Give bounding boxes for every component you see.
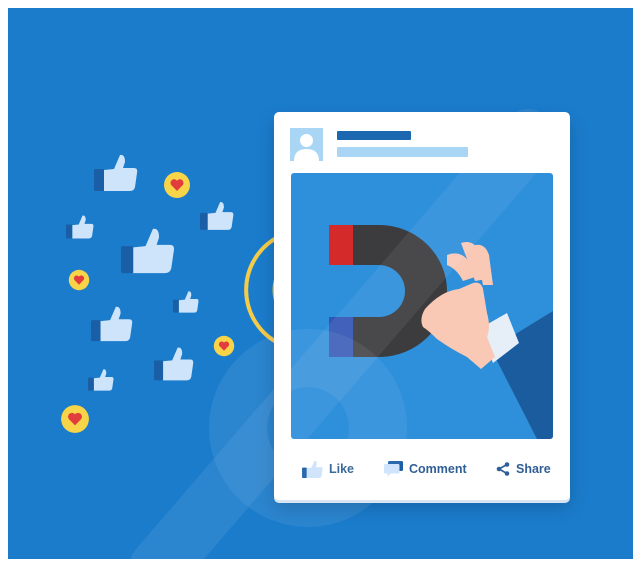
- floating-thumbs-up-icon: [200, 202, 234, 230]
- heart-badge-icon: [61, 405, 89, 433]
- floating-thumbs-up-icon: [154, 347, 194, 381]
- heart-badge-icon: [164, 172, 190, 198]
- post-meta-placeholder: [337, 147, 468, 157]
- floating-thumbs-up-icon: [66, 215, 94, 239]
- share-label: Share: [516, 462, 551, 476]
- magnet-red-pole: [329, 225, 353, 265]
- heart-badge-icon: [68, 269, 90, 291]
- floating-thumbs-up-icon: [88, 369, 114, 391]
- floating-thumbs-up-icon: [94, 154, 138, 191]
- like-button[interactable]: Like: [302, 452, 354, 486]
- share-button[interactable]: Share: [496, 452, 551, 486]
- share-nodes-icon: [496, 462, 510, 476]
- comment-button[interactable]: Comment: [384, 452, 467, 486]
- post-image: [291, 173, 553, 439]
- magnet-blue-pole: [329, 317, 353, 357]
- author-name-placeholder: [337, 131, 411, 140]
- like-label: Like: [329, 462, 355, 476]
- post-action-bar: Like Comment Share: [274, 452, 570, 486]
- user-avatar-icon: [290, 128, 323, 161]
- social-post-card: Like Comment Share: [274, 112, 570, 500]
- floating-thumbs-up-icon: [173, 291, 199, 313]
- comment-label: Comment: [409, 462, 467, 476]
- thumbs-up-icon: [302, 460, 323, 478]
- speech-bubble-icon: [384, 461, 403, 477]
- illustration: Like Comment Share: [8, 8, 633, 559]
- magnet-illustration: [291, 173, 553, 439]
- floating-thumbs-up-icon: [91, 306, 133, 342]
- floating-thumbs-up-icon: [121, 228, 175, 274]
- heart-badge-icon: [213, 335, 235, 357]
